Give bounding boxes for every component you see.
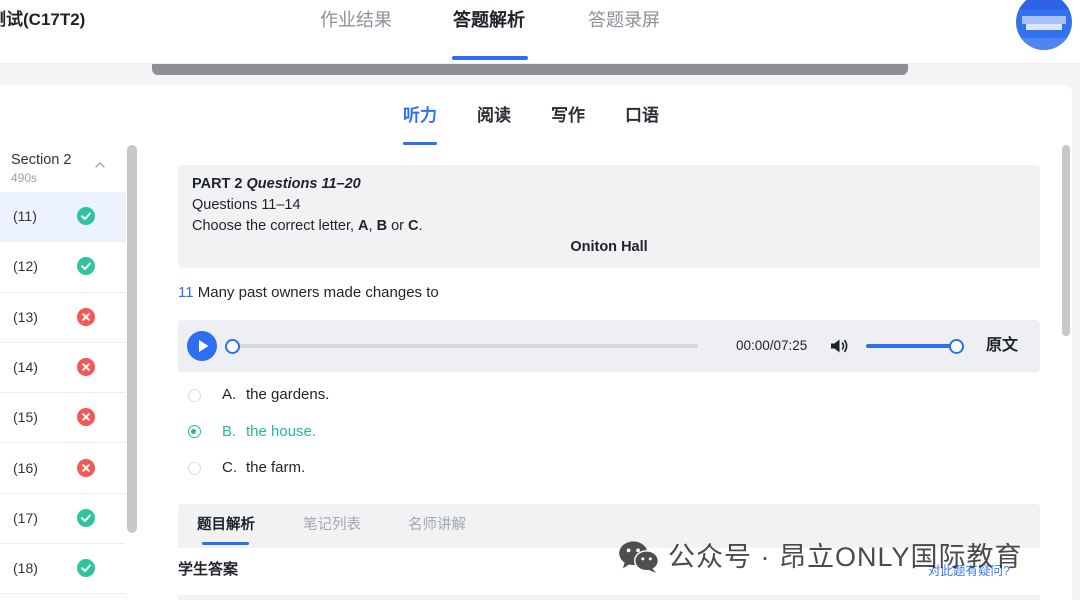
radio-dot — [191, 428, 196, 434]
x-circle-icon — [77, 307, 95, 326]
active-subject-indicator — [403, 142, 437, 145]
check-circle-icon — [77, 508, 95, 527]
speaker-icon[interactable] — [829, 337, 849, 355]
sidebar-item-label: (11) — [13, 208, 37, 224]
avatar-pixel-block — [1026, 24, 1062, 30]
sidebar-item-label: (15) — [13, 409, 38, 426]
part-label: PART 2 — [192, 176, 243, 192]
tab-homework-result[interactable]: 作业结果 — [320, 8, 392, 32]
sidebar-item-label: (18) — [13, 560, 38, 577]
radio-button[interactable] — [187, 425, 201, 438]
sidebar-question-item[interactable]: (14) — [0, 343, 126, 394]
question-list: (11) (12) (13) (14) (15) (16) (17) (18) — [0, 192, 126, 600]
play-icon[interactable] — [187, 331, 217, 361]
answer-option[interactable]: B. the house. — [180, 419, 500, 445]
part-heading: PART 2 Questions 11–20 — [192, 174, 1026, 195]
audio-player: 00:00/07:25 原文 — [178, 320, 1040, 372]
letter-a: A — [358, 218, 369, 234]
sidebar-question-item[interactable]: (11) — [0, 192, 126, 243]
x-circle-icon — [77, 357, 95, 376]
instruction-line: Choose the correct letter, A, B or C. — [192, 216, 1026, 237]
option-text: the gardens. — [246, 386, 330, 403]
check-circle-icon — [77, 257, 95, 276]
sidebar-question-item[interactable]: (15) — [0, 393, 126, 444]
main-scrollbar[interactable] — [1062, 145, 1070, 336]
letter-c: C — [408, 218, 419, 234]
tab-screen-recording[interactable]: 答题录屏 — [588, 8, 660, 32]
x-circle-icon — [77, 408, 95, 427]
radio-button[interactable] — [187, 388, 201, 402]
question-instructions-box: PART 2 Questions 11–20 Questions 11–14 C… — [178, 165, 1040, 268]
volume-handle[interactable] — [948, 338, 964, 354]
tab-answer-analysis[interactable]: 答题解析 — [453, 8, 525, 32]
tab-speaking[interactable]: 口语 — [625, 104, 659, 128]
sidebar-item-label: (13) — [13, 308, 38, 325]
tab-teacher-explanation[interactable]: 名师讲解 — [408, 515, 466, 535]
active-analysis-indicator — [202, 542, 249, 545]
app-header: 测试(C17T2) 作业结果 答题解析 答题录屏 — [0, 0, 1080, 64]
sub-range: Questions 11–14 — [192, 197, 301, 213]
sidebar-scrollbar[interactable] — [127, 145, 137, 533]
tab-writing[interactable]: 写作 — [551, 104, 585, 128]
part-question-range: Questions 11–20 — [246, 176, 361, 192]
student-answer-heading: 学生答案 — [178, 561, 239, 578]
section-header[interactable]: Section 2 490s — [0, 146, 126, 190]
instruction-sep: , — [368, 218, 377, 234]
progress-track[interactable] — [232, 344, 698, 348]
answer-option[interactable]: C. the farm. — [180, 455, 500, 481]
question-text: Many past owners made changes to — [197, 284, 439, 301]
sidebar-question-item[interactable]: (12) — [0, 242, 126, 293]
active-tab-indicator — [452, 56, 528, 60]
progress-handle[interactable] — [224, 338, 240, 354]
top-scrollbar[interactable] — [152, 64, 908, 75]
sidebar-item-label: (16) — [13, 459, 38, 476]
tab-question-analysis[interactable]: 题目解析 — [197, 515, 255, 535]
avatar-pixel-block — [1016, 0, 1072, 10]
option-text: the farm. — [246, 459, 306, 476]
section-title: Section 2 — [11, 152, 72, 168]
check-circle-icon — [77, 559, 95, 578]
letter-b: B — [376, 218, 388, 234]
instruction-sep: or — [387, 218, 409, 234]
user-avatar[interactable] — [1016, 0, 1072, 50]
avatar-pixel-block — [1016, 38, 1072, 50]
section-duration: 490s — [11, 171, 38, 185]
sidebar-item-label: (12) — [13, 258, 38, 275]
question-stem: 11 Many past owners made changes to — [178, 283, 439, 303]
answer-option[interactable]: A. the gardens. — [180, 382, 500, 408]
volume-fill — [866, 344, 956, 348]
sidebar-item-label: (14) — [13, 358, 38, 375]
avatar-pixel-block — [1022, 16, 1066, 24]
question-number: 11 — [178, 284, 194, 301]
watermark-text: 公众号 · 昂立ONLY国际教育 — [668, 542, 1023, 572]
passage-title: Oniton Hall — [570, 239, 648, 255]
sidebar-question-item[interactable]: (13) — [0, 293, 126, 343]
check-circle-icon — [77, 207, 95, 225]
sidebar-item-label: (17) — [13, 509, 38, 526]
wechat-icon — [618, 540, 660, 574]
tab-listening[interactable]: 听力 — [403, 104, 437, 128]
volume-track[interactable] — [866, 344, 956, 348]
instruction-text: Choose the correct letter, — [192, 218, 359, 234]
transcript-button[interactable]: 原文 — [986, 336, 1018, 356]
tab-reading[interactable]: 阅读 — [477, 104, 511, 128]
radio-button[interactable] — [187, 461, 201, 475]
chevron-up-icon[interactable] — [94, 159, 106, 171]
sidebar-question-item[interactable]: (18) — [0, 544, 126, 595]
x-circle-icon — [77, 458, 95, 477]
sidebar-question-item[interactable]: (16) — [0, 444, 126, 494]
option-letter: B. — [222, 422, 237, 440]
playback-time: 00:00/07:25 — [736, 338, 808, 353]
instruction-end: . — [418, 218, 423, 234]
option-letter: A. — [222, 386, 237, 403]
option-text: the house. — [246, 422, 317, 440]
tab-notes-list[interactable]: 笔记列表 — [303, 515, 361, 535]
answer-panel — [178, 595, 1040, 600]
test-title: 测试(C17T2) — [0, 10, 86, 29]
option-letter: C. — [222, 459, 237, 476]
sidebar-question-item[interactable]: (17) — [0, 494, 126, 545]
